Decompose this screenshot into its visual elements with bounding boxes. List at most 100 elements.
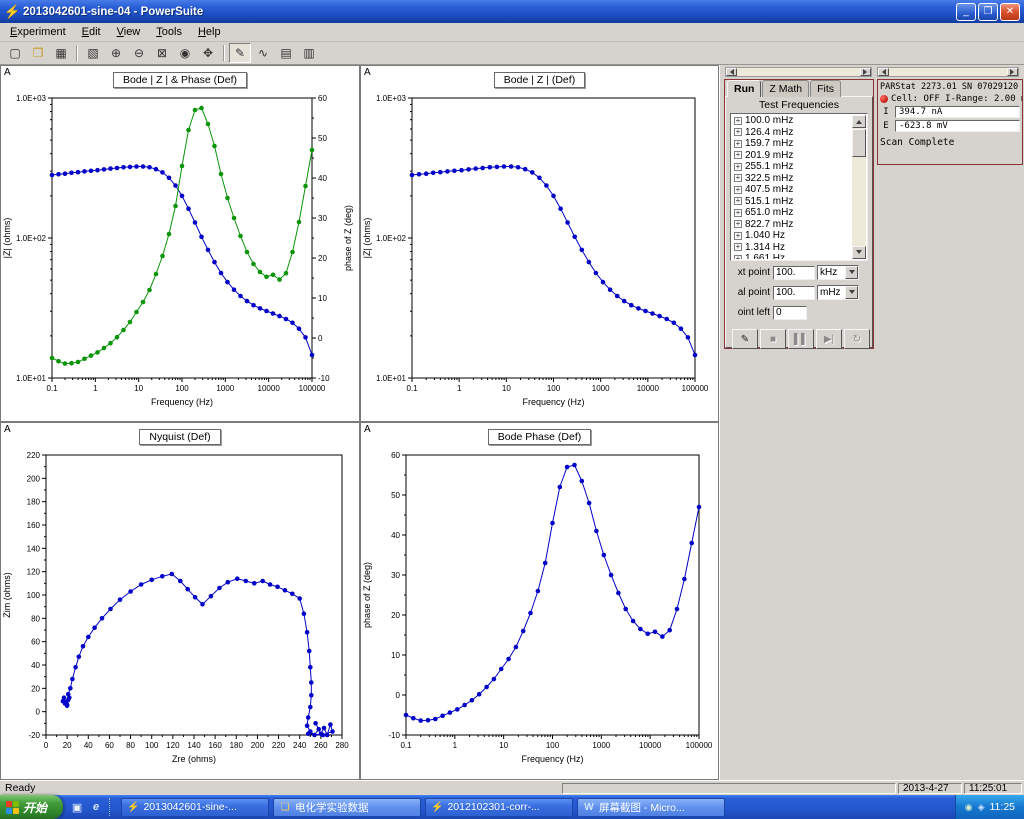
list-scrollbar[interactable] [852, 115, 866, 259]
taskbar-item-document[interactable]: W 屏幕截图 - Micro... [577, 797, 726, 817]
svg-text:100: 100 [547, 384, 561, 393]
taskbar-item-folder[interactable]: ❏ 电化学实验数据 [273, 797, 422, 817]
frequency-list[interactable]: 100.0 mHz 126.4 mHz 159.7 mHz 201.9 mHz … [730, 113, 868, 261]
frequency-item[interactable]: 1.314 Hz [732, 242, 852, 254]
expand-icon[interactable] [734, 174, 742, 183]
tab-fits[interactable]: Fits [810, 80, 842, 97]
zoom-in-button[interactable]: ⊕ [105, 43, 127, 63]
menu-experiment[interactable]: Experiment [2, 24, 74, 40]
pause-button[interactable]: ▌▌ [788, 329, 814, 349]
menu-edit[interactable]: Edit [74, 24, 109, 40]
svg-text:Zre (ohms): Zre (ohms) [172, 754, 216, 764]
frequency-item[interactable]: 100.0 mHz [732, 115, 852, 127]
frequency-item[interactable]: 126.4 mHz [732, 127, 852, 139]
overlay-graph-button[interactable]: ▤ [275, 43, 297, 63]
points-left-input[interactable]: 0 [773, 305, 807, 320]
line-tool-button[interactable]: ∿ [252, 43, 274, 63]
scroll-right-icon[interactable] [1007, 68, 1018, 76]
open-button[interactable]: ❐ [27, 43, 49, 63]
expand-icon[interactable] [734, 162, 742, 171]
menu-view[interactable]: View [109, 24, 149, 40]
edit-frequencies-button[interactable]: ✎ [732, 329, 758, 349]
menu-tools[interactable]: Tools [148, 24, 190, 40]
frequency-item[interactable]: 201.9 mHz [732, 150, 852, 162]
skip-button[interactable]: ▶| [816, 329, 842, 349]
start-button[interactable]: 开始 [0, 795, 64, 819]
expand-icon[interactable] [734, 139, 742, 148]
pen-tool-button[interactable]: ✎ [229, 43, 251, 63]
status-time: 11:25:01 [964, 782, 1022, 794]
tray-icon-1[interactable]: ◉ [965, 802, 973, 813]
pan-button[interactable]: ✥ [197, 43, 219, 63]
taskbar-item-powersuite[interactable]: ⚡ 2013042601-sine-... [121, 797, 270, 817]
svg-text:10: 10 [499, 741, 508, 750]
scroll-down-icon[interactable] [852, 246, 866, 259]
expand-icon[interactable] [734, 220, 742, 229]
frequency-item[interactable]: 1.661 Hz [732, 253, 852, 259]
new-button[interactable]: ▢ [4, 43, 26, 63]
frequency-label: 1.314 Hz [745, 241, 786, 253]
titlebar[interactable]: ⚡ 2013042601-sine-04 - PowerSuite _ ❐ ✕ [0, 0, 1024, 23]
frequency-item[interactable]: 407.5 mHz [732, 184, 852, 196]
expand-icon[interactable] [734, 231, 742, 240]
frequency-item[interactable]: 515.1 mHz [732, 196, 852, 208]
close-button[interactable]: ✕ [1000, 2, 1020, 21]
scroll-track[interactable] [737, 68, 860, 76]
final-point-input[interactable]: 100. [773, 285, 815, 300]
svg-text:1: 1 [457, 384, 462, 393]
frequency-label: 126.4 mHz [745, 126, 794, 138]
zoom-box-button[interactable]: ⊠ [151, 43, 173, 63]
scroll-left-icon[interactable] [726, 68, 737, 76]
svg-text:-10: -10 [388, 731, 400, 740]
frequency-item[interactable]: 1.040 Hz [732, 230, 852, 242]
final-point-unit-select[interactable]: mHz [817, 285, 859, 300]
zoom-reset-button[interactable]: ◉ [174, 43, 196, 63]
frequency-item[interactable]: 651.0 mHz [732, 207, 852, 219]
expand-icon[interactable] [734, 254, 742, 259]
maximize-button[interactable]: ❐ [978, 2, 998, 21]
scroll-left-icon[interactable] [878, 68, 889, 76]
stop-button[interactable]: ■ [760, 329, 786, 349]
h-scrollbar-instrument-panel[interactable] [877, 67, 1019, 77]
frequency-item[interactable]: 822.7 mHz [732, 219, 852, 231]
expand-icon[interactable] [734, 243, 742, 252]
expand-icon[interactable] [734, 128, 742, 137]
svg-text:40: 40 [31, 661, 40, 670]
datasheet-button[interactable]: ▦ [50, 43, 72, 63]
chart-title-bode-z-phase: Bode | Z | & Phase (Def) [112, 72, 247, 88]
expand-icon[interactable] [734, 185, 742, 194]
expand-icon[interactable] [734, 208, 742, 217]
svg-text:80: 80 [126, 741, 135, 750]
svg-text:phase of Z (deg): phase of Z (deg) [343, 205, 353, 271]
minimize-button[interactable]: _ [956, 2, 976, 21]
menu-help[interactable]: Help [190, 24, 229, 40]
frequency-item[interactable]: 322.5 mHz [732, 173, 852, 185]
toolbar-separator [223, 45, 225, 61]
run-panel-tabs: Run Z Math Fits [725, 80, 873, 97]
next-point-unit-select[interactable]: kHz [817, 265, 859, 280]
tray-icon-2[interactable]: ◈ [978, 802, 985, 813]
scroll-right-icon[interactable] [860, 68, 871, 76]
frequency-item[interactable]: 159.7 mHz [732, 138, 852, 150]
repeat-button[interactable]: ↻ [844, 329, 870, 349]
dropdown-icon[interactable] [845, 286, 858, 299]
scroll-track[interactable] [889, 68, 1007, 76]
expand-icon[interactable] [734, 116, 742, 125]
scroll-thumb[interactable] [852, 129, 866, 157]
show-desktop-icon[interactable]: ▣ [69, 799, 85, 815]
internet-explorer-icon[interactable]: e [88, 799, 104, 815]
tab-run[interactable]: Run [727, 80, 762, 97]
svg-text:100000: 100000 [682, 384, 709, 393]
dropdown-icon[interactable] [845, 266, 858, 279]
taskbar-item-powersuite-2[interactable]: ⚡ 2012102301-corr-... [425, 797, 574, 817]
h-scrollbar-run-panel[interactable] [725, 67, 872, 77]
tab-z-math[interactable]: Z Math [762, 80, 810, 97]
zoom-out-button[interactable]: ⊖ [128, 43, 150, 63]
export-graph-button[interactable]: ▥ [298, 43, 320, 63]
next-point-input[interactable]: 100. [773, 265, 815, 280]
expand-icon[interactable] [734, 197, 742, 206]
frequency-item[interactable]: 255.1 mHz [732, 161, 852, 173]
expand-icon[interactable] [734, 151, 742, 160]
scroll-up-icon[interactable] [852, 115, 866, 128]
select-region-button[interactable]: ▧ [82, 43, 104, 63]
